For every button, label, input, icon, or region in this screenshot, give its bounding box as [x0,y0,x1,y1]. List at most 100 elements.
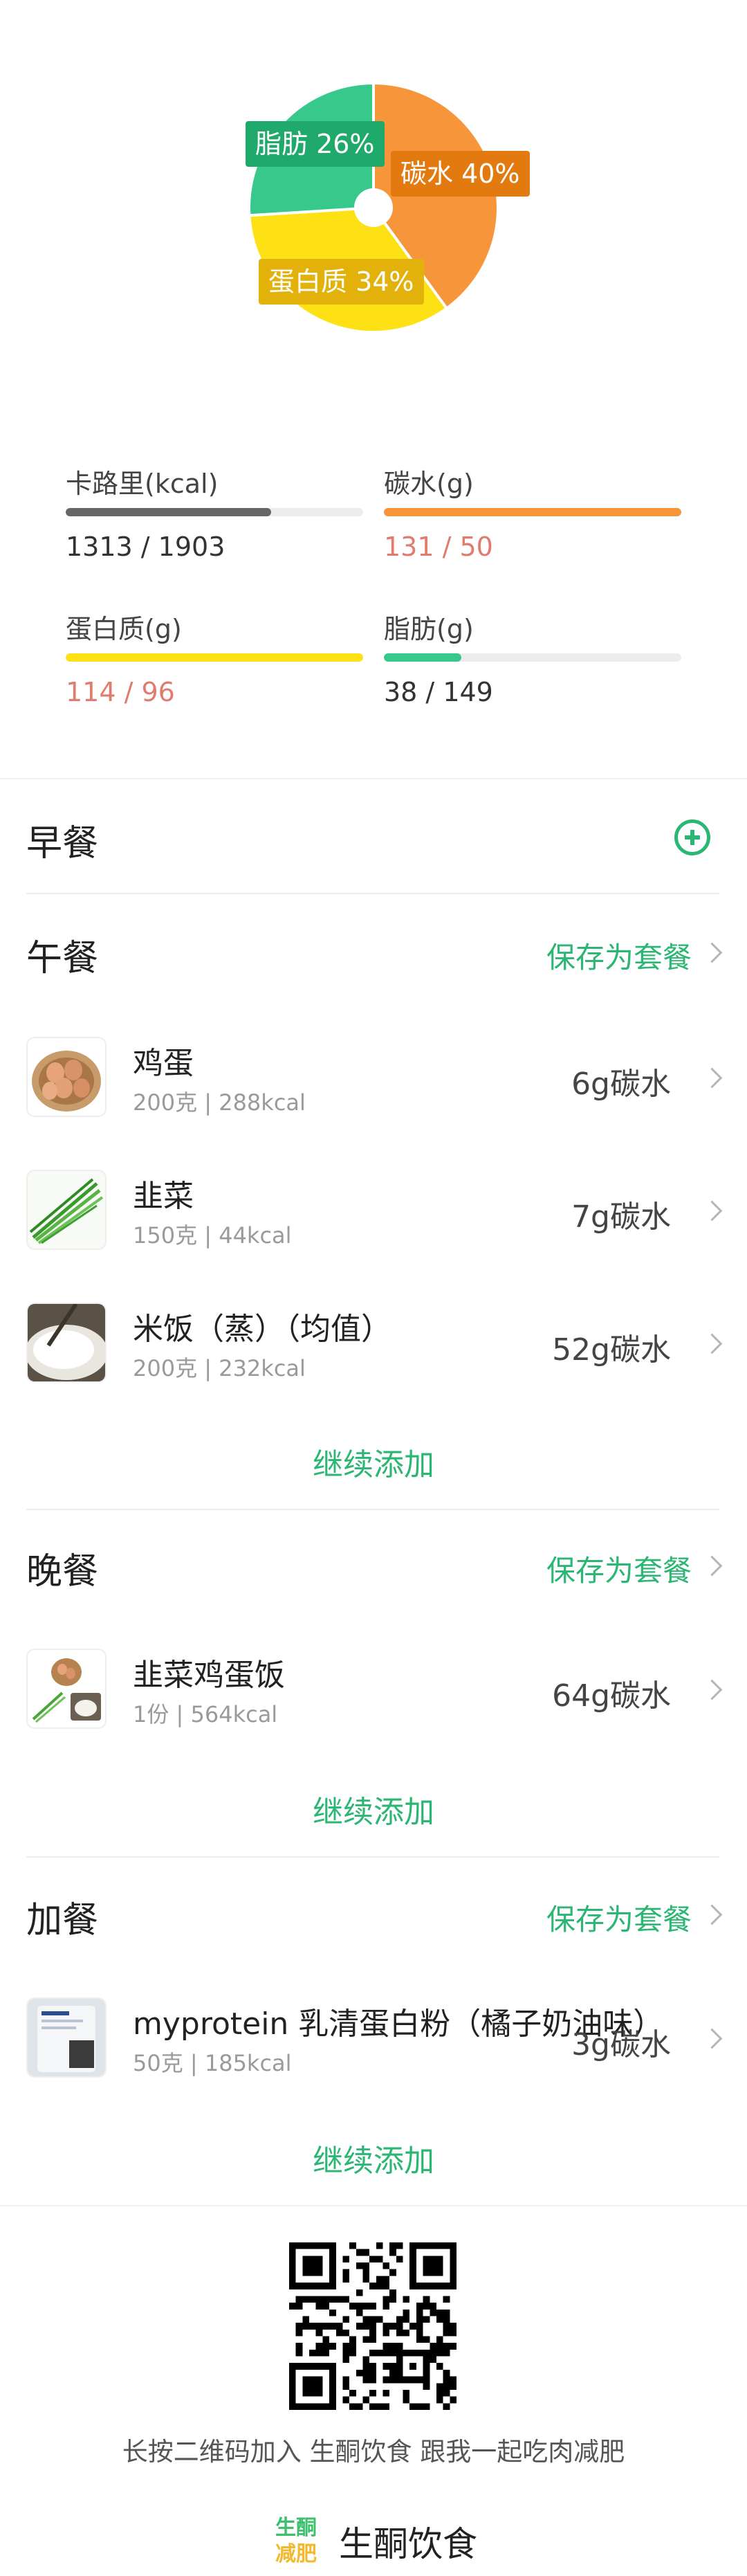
qr-module [335,2296,343,2303]
dinner-continue-add-button[interactable]: 继续添加 [0,1787,747,1831]
food-carb: 3g碳水 [571,2027,671,2062]
qr-module [322,2336,330,2343]
qr-module [409,2403,416,2410]
qr-module [342,2329,350,2337]
rice-thumbnail[interactable] [26,1303,107,1383]
carb-value: 131 / 50 [384,532,493,562]
breakfast-title: 早餐 [26,823,99,864]
chives-thumbnail[interactable] [26,1170,107,1250]
protein-powder-thumbnail[interactable] [26,1997,107,2078]
qr-module [295,2296,303,2303]
qr-module [389,2349,396,2357]
qr-code[interactable] [289,2242,456,2410]
qr-module [450,2329,456,2337]
qr-module [382,2349,390,2357]
dinner-save-as-combo-link[interactable]: 保存为套餐 [546,1548,692,1590]
qr-module [362,2396,370,2404]
snack-continue-add-button[interactable]: 继续添加 [0,2136,747,2180]
qr-module [443,2323,450,2330]
qr-module [436,2396,443,2404]
snack-save-as-combo-link[interactable]: 保存为套餐 [546,1896,692,1939]
brand-logo-text-top: 生酮 [275,2516,317,2540]
chevron-right-icon[interactable] [701,1067,723,1089]
food-name: 米饭（蒸）（均值） [133,1312,391,1347]
divider [26,1509,719,1510]
food-name: 鸡蛋 [133,1046,194,1081]
qr-module [423,2296,430,2303]
qr-module [342,2296,350,2303]
chevron-right-icon[interactable] [701,1679,723,1700]
qr-module [376,2349,383,2357]
protein-value: 114 / 96 [66,677,175,707]
chevron-right-icon[interactable] [701,1904,723,1925]
brand-logo: 生酮 减肥 [275,2516,317,2565]
qr-module [450,2323,456,2330]
food-meta: 200克 | 232kcal [133,1355,306,1381]
qr-module [416,2316,423,2323]
combo-thumbnail[interactable] [26,1649,107,1729]
food-meta: 50克 | 185kcal [133,2050,292,2076]
combo-dish-image [28,1650,105,1727]
rice-bowl-image [28,1304,105,1381]
chevron-right-icon[interactable] [701,1333,723,1354]
qr-module [315,2329,323,2337]
qr-module [436,2349,443,2357]
qr-module [369,2363,376,2370]
carb-bar-fill [384,508,681,516]
qr-module [329,2296,336,2303]
food-carb: 7g碳水 [571,1199,671,1235]
qr-module [302,2296,310,2303]
chevron-right-icon[interactable] [701,1555,723,1577]
qr-module [356,2309,363,2316]
qr-module [335,2329,343,2337]
qr-module [430,2349,436,2357]
lunch-continue-add-button[interactable]: 继续添加 [0,1440,747,1484]
chevron-right-icon[interactable] [701,1200,723,1222]
qr-module [349,2343,356,2350]
qr-module [309,2296,316,2303]
qr-module [362,2369,370,2377]
qr-module [430,2309,436,2316]
add-breakfast-icon[interactable] [674,819,710,855]
egg-thumbnail[interactable] [26,1037,107,1117]
fat-bar-fill [384,653,461,662]
protein-label: 蛋白质(g) [66,614,182,644]
carb-label: 碳水(g) [384,469,474,499]
qr-module [450,2383,456,2390]
qr-module [382,2363,390,2370]
qr-module [362,2269,370,2276]
qr-module [376,2276,383,2283]
chevron-right-icon[interactable] [701,2028,723,2049]
qr-module [295,2343,303,2350]
chives-image [28,1171,105,1249]
qr-module [329,2323,336,2330]
qr-module [369,2369,376,2377]
qr-module [362,2323,370,2330]
lunch-save-as-combo-link[interactable]: 保存为套餐 [546,934,692,977]
qr-module [369,2349,376,2357]
qr-module [403,2316,410,2323]
qr-module [356,2249,363,2256]
qr-module [416,2323,423,2330]
section-divider [0,2205,747,2206]
qr-module [362,2276,370,2283]
qr-module [409,2323,416,2330]
chevron-right-icon[interactable] [701,942,723,963]
qr-module [362,2303,370,2310]
food-carb: 52g碳水 [552,1332,671,1368]
section-divider [0,778,747,779]
qr-module [315,2303,323,2310]
qr-module [423,2256,443,2276]
qr-module [342,2276,350,2283]
qr-module [342,2356,350,2364]
qr-module [436,2336,443,2343]
qr-module [382,2343,390,2350]
qr-module [349,2303,356,2310]
qr-module [362,2363,370,2370]
pie-label-protein: 蛋白质 34% [259,259,424,305]
qr-module [369,2389,376,2397]
qr-module [356,2303,363,2310]
food-meta: 150克 | 44kcal [133,1222,292,1249]
protein-bar [66,653,363,662]
brand-logo-text-bottom: 减肥 [275,2542,317,2565]
